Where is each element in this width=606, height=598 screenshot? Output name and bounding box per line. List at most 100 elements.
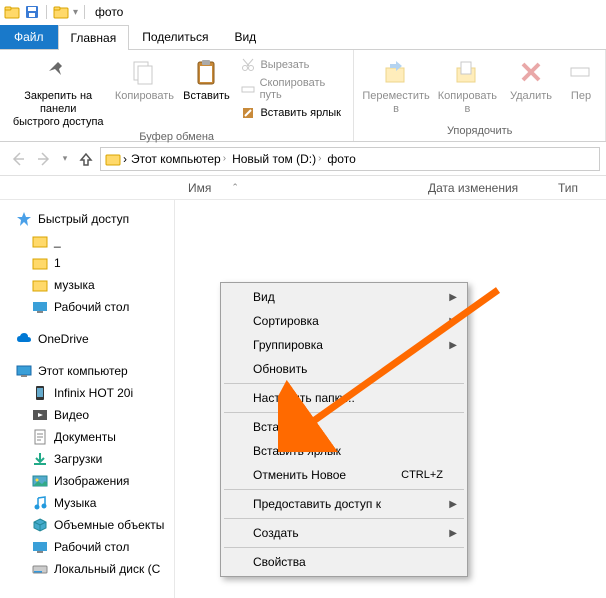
ctx-paste[interactable]: Вставить xyxy=(223,415,465,439)
ctx-giveaccess[interactable]: Предоставить доступ к▶ xyxy=(223,492,465,516)
cloud-icon xyxy=(16,331,32,347)
tree-pictures[interactable]: Изображения xyxy=(0,470,174,492)
tree-downloads[interactable]: Загрузки xyxy=(0,448,174,470)
delete-label: Удалить xyxy=(510,90,552,103)
title-bar: ▾ фото xyxy=(0,0,606,24)
ctx-group[interactable]: Группировка▶ xyxy=(223,333,465,357)
shortcut-label: CTRL+Z xyxy=(401,469,443,481)
delete-button[interactable]: Удалить xyxy=(503,54,559,105)
window-title: фото xyxy=(95,5,123,19)
moveto-icon xyxy=(380,56,412,88)
copyto-button[interactable]: Копировать в xyxy=(436,54,499,118)
tree-music[interactable]: Музыка xyxy=(0,492,174,514)
tree-thispc[interactable]: Этот компьютер xyxy=(0,360,174,382)
cut-button[interactable]: Вырезать xyxy=(238,56,347,74)
chevron-right-icon: ▶ xyxy=(449,499,457,510)
pasteshortcut-label: Вставить ярлык xyxy=(260,107,341,119)
crumb-pc[interactable]: Этот компьютер› xyxy=(129,152,228,166)
tab-file[interactable]: Файл xyxy=(0,25,58,49)
tab-home[interactable]: Главная xyxy=(58,25,130,50)
folder-icon xyxy=(32,277,48,293)
paste-label: Вставить xyxy=(183,90,230,103)
back-button[interactable] xyxy=(6,147,30,171)
group-clipboard-label: Буфер обмена xyxy=(139,131,214,145)
desktop-icon xyxy=(32,299,48,315)
tab-share[interactable]: Поделиться xyxy=(129,24,221,49)
ctx-sort[interactable]: Сортировка▶ xyxy=(223,309,465,333)
folder-icon xyxy=(32,255,48,271)
ribbon-tabs: Файл Главная Поделиться Вид xyxy=(0,24,606,50)
tab-view[interactable]: Вид xyxy=(221,24,269,49)
pin-button[interactable]: Закрепить на панели быстрого доступа xyxy=(6,54,110,131)
sort-indicator: ⌃ xyxy=(231,182,239,193)
copyto-icon xyxy=(451,56,483,88)
chevron-icon[interactable]: › xyxy=(123,152,127,166)
tree-desktop2[interactable]: Рабочий стол xyxy=(0,536,174,558)
copypath-button[interactable]: Скопировать путь xyxy=(238,76,347,102)
copy-label: Копировать xyxy=(115,90,174,103)
save-icon[interactable] xyxy=(24,4,40,20)
rename-label: Пер xyxy=(571,90,591,103)
column-headers: Имя⌃ Дата изменения Тип xyxy=(0,176,606,200)
nav-bar: ▾ › Этот компьютер› Новый том (D:)› фото xyxy=(0,142,606,176)
tree-onedrive[interactable]: OneDrive xyxy=(0,328,174,350)
crumb-folder[interactable]: фото xyxy=(325,152,357,166)
ctx-refresh[interactable]: Обновить xyxy=(223,357,465,381)
copypath-label: Скопировать путь xyxy=(260,77,346,101)
group-clipboard: Закрепить на панели быстрого доступа Коп… xyxy=(0,50,354,141)
dropdown-icon[interactable]: ▾ xyxy=(73,7,78,18)
ctx-properties[interactable]: Свойства xyxy=(223,550,465,574)
tree-localdisk[interactable]: Локальный диск (С xyxy=(0,558,174,580)
group-organize-label: Упорядочить xyxy=(447,125,512,139)
crumb-drive[interactable]: Новый том (D:)› xyxy=(230,152,323,166)
menu-separator xyxy=(224,383,464,384)
col-type[interactable]: Тип xyxy=(550,181,586,195)
rename-icon xyxy=(565,56,597,88)
menu-separator xyxy=(224,518,464,519)
ctx-customize[interactable]: Настроить папку... xyxy=(223,386,465,410)
download-icon xyxy=(32,451,48,467)
nav-tree: Быстрый доступ _ 1 музыка Рабочий стол O… xyxy=(0,200,175,598)
tree-3dobjects[interactable]: Объемные объекты xyxy=(0,514,174,536)
picture-icon xyxy=(32,473,48,489)
phone-icon xyxy=(32,385,48,401)
ctx-view[interactable]: Вид▶ xyxy=(223,285,465,309)
chevron-right-icon: ▶ xyxy=(449,316,457,327)
tree-quickaccess[interactable]: Быстрый доступ xyxy=(0,208,174,230)
ctx-undo[interactable]: Отменить НовоеCTRL+Z xyxy=(223,463,465,487)
sep xyxy=(46,5,47,19)
address-bar[interactable]: › Этот компьютер› Новый том (D:)› фото xyxy=(100,147,600,171)
ctx-new[interactable]: Создать▶ xyxy=(223,521,465,545)
up-button[interactable] xyxy=(74,147,98,171)
drive-icon xyxy=(32,561,48,577)
document-icon xyxy=(32,429,48,445)
tree-folder-1[interactable]: 1 xyxy=(0,252,174,274)
folder-icon xyxy=(32,233,48,249)
col-name[interactable]: Имя⌃ xyxy=(180,181,420,195)
tree-infinix[interactable]: Infinix HOT 20i xyxy=(0,382,174,404)
music-icon xyxy=(32,495,48,511)
tree-folder-dash[interactable]: _ xyxy=(0,230,174,252)
rename-button[interactable]: Пер xyxy=(563,54,599,105)
pin-icon xyxy=(42,56,74,88)
pasteshortcut-button[interactable]: Вставить ярлык xyxy=(238,104,347,122)
folder-icon xyxy=(105,151,121,167)
group-organize: Переместить в Копировать в Удалить Пер xyxy=(354,50,606,141)
col-date[interactable]: Дата изменения xyxy=(420,181,550,195)
tree-desktop[interactable]: Рабочий стол xyxy=(0,296,174,318)
path-icon xyxy=(240,81,255,97)
star-icon xyxy=(16,211,32,227)
recent-dropdown[interactable]: ▾ xyxy=(58,147,72,171)
tree-documents[interactable]: Документы xyxy=(0,426,174,448)
forward-button[interactable] xyxy=(32,147,56,171)
chevron-right-icon: ▶ xyxy=(449,528,457,539)
chevron-right-icon: ▶ xyxy=(449,340,457,351)
moveto-button[interactable]: Переместить в xyxy=(360,54,431,118)
video-icon xyxy=(32,407,48,423)
tree-videos[interactable]: Видео xyxy=(0,404,174,426)
tree-folder-music[interactable]: музыка xyxy=(0,274,174,296)
copy-button[interactable]: Копировать xyxy=(114,54,174,105)
paste-button[interactable]: Вставить xyxy=(178,54,234,105)
menu-separator xyxy=(224,412,464,413)
ctx-pasteshortcut[interactable]: Вставить ярлык xyxy=(223,439,465,463)
